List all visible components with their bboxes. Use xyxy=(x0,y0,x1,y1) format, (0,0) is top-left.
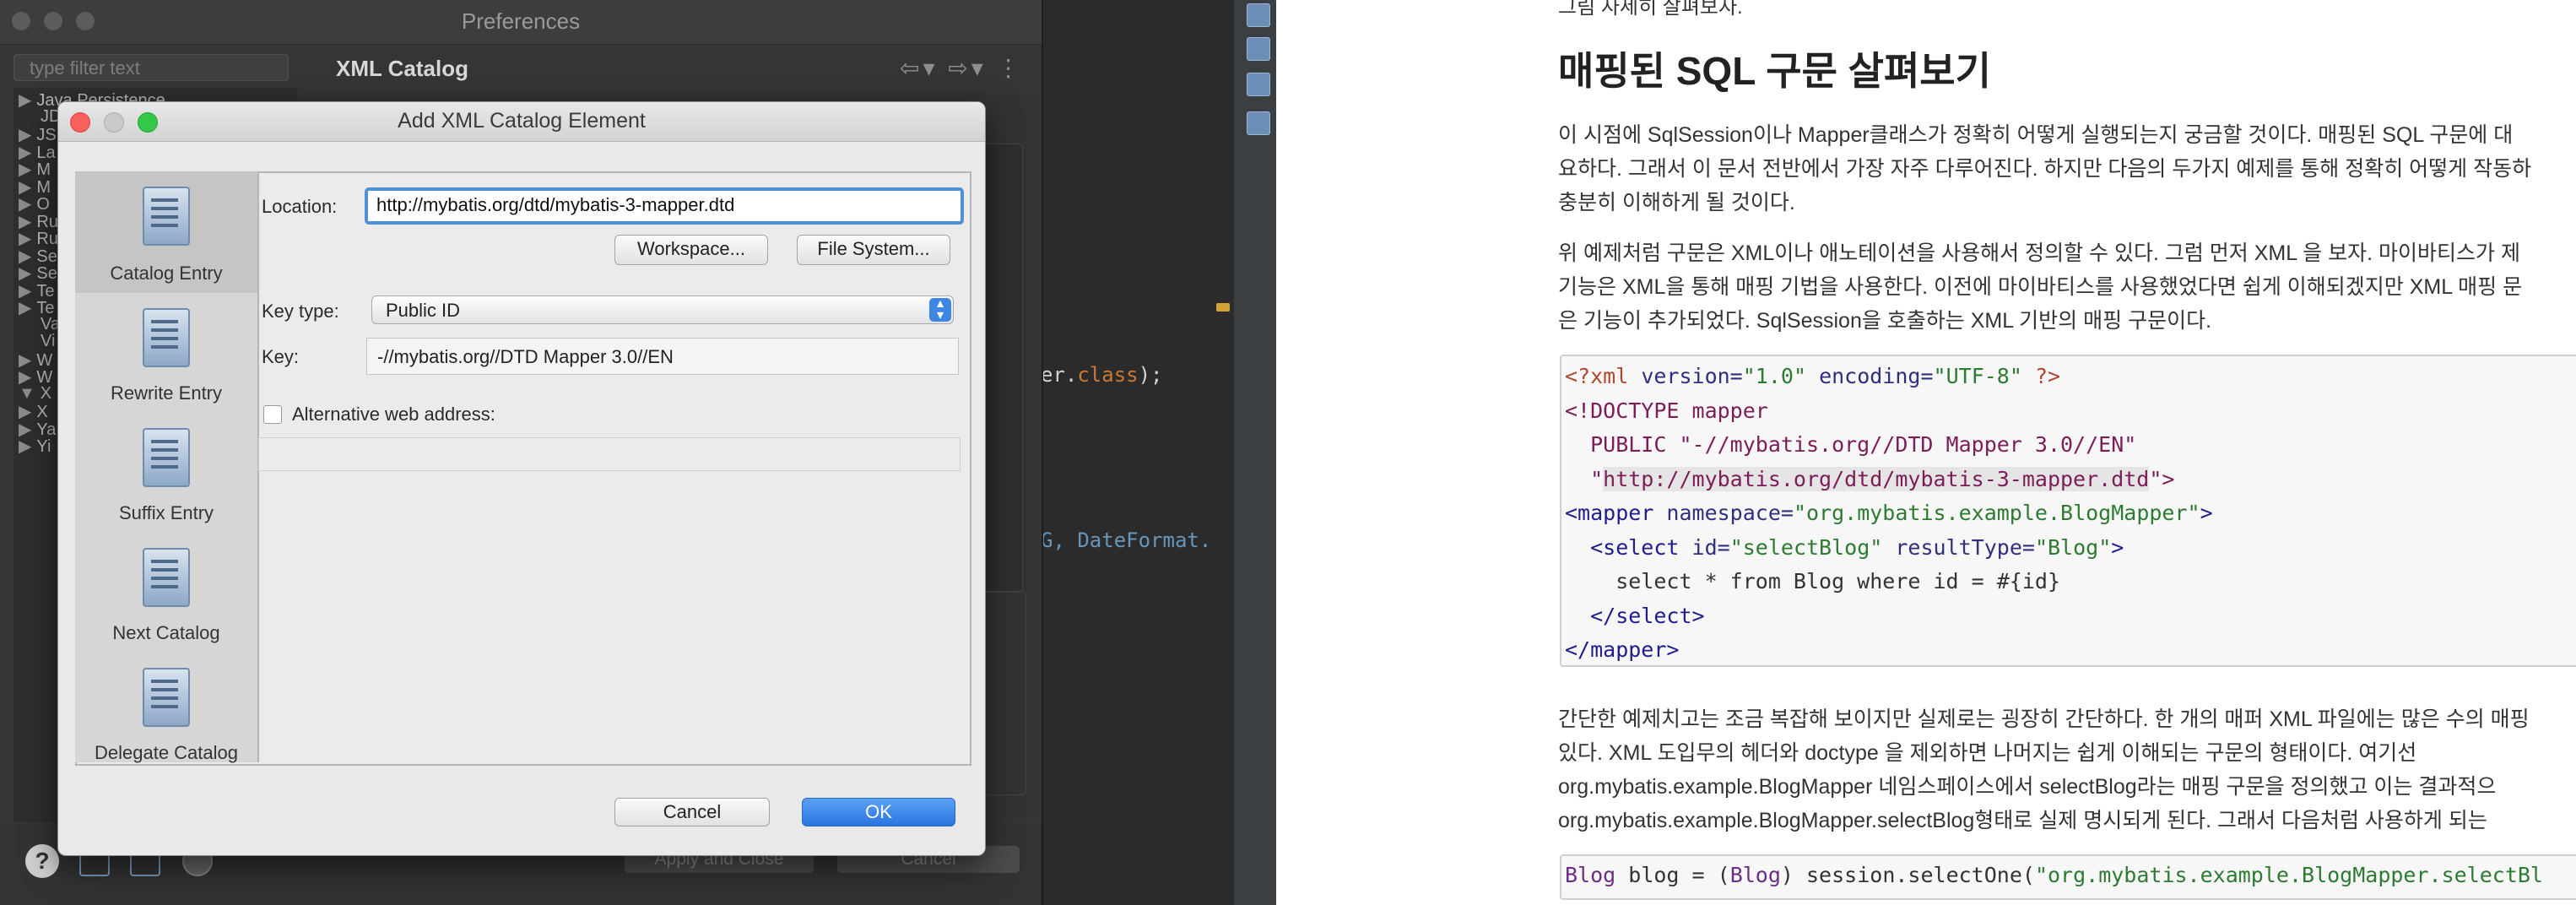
key-input[interactable]: -//mybatis.org//DTD Mapper 3.0//EN xyxy=(366,338,959,375)
entry-next-catalog[interactable]: Next Catalog xyxy=(75,622,257,644)
java-code-block: Blog blog = (Blog) session.selectOne("or… xyxy=(1560,854,2576,900)
file-system-button[interactable]: File System... xyxy=(797,235,950,265)
details-group xyxy=(979,591,1026,795)
entry-rewrite[interactable]: Rewrite Entry xyxy=(75,382,257,404)
alt-web-address-label: Alternative web address: xyxy=(292,404,495,425)
collapsed-arrow-icon[interactable]: ▶ xyxy=(19,437,31,456)
collapsed-arrow-icon[interactable]: ▶ xyxy=(19,299,31,317)
editor-code-line: G, DateFormat. xyxy=(1041,528,1212,552)
entry-delegate-catalog[interactable]: Delegate Catalog xyxy=(75,742,257,764)
suffix-entry-icon xyxy=(143,428,190,487)
tree-item-label: Yi xyxy=(36,437,51,456)
entry-suffix[interactable]: Suffix Entry xyxy=(75,502,257,524)
console-icon[interactable] xyxy=(1247,73,1270,96)
xml-code-block: <?xml version="1.0" encoding="UTF-8" ?> … xyxy=(1560,355,2576,667)
doc-text-fragment: 그림 자세히 살펴보자. xyxy=(1558,0,1743,19)
next-catalog-icon xyxy=(143,548,190,607)
help-icon[interactable]: ? xyxy=(25,844,59,878)
filter-input[interactable]: type filter text xyxy=(14,54,289,81)
tree-item-label: X xyxy=(40,383,52,403)
entry-catalog[interactable]: Catalog Entry xyxy=(75,263,257,285)
rewrite-entry-icon xyxy=(143,308,190,367)
collapsed-arrow-icon[interactable]: ▶ xyxy=(19,91,31,110)
ide-side-toolbar xyxy=(1234,0,1276,905)
location-input[interactable]: http://mybatis.org/dtd/mybatis-3-mapper.… xyxy=(365,187,964,225)
task-list-icon[interactable] xyxy=(1247,37,1270,61)
dialog-cancel-button[interactable]: Cancel xyxy=(614,798,770,826)
expanded-arrow-icon[interactable]: ▼ xyxy=(19,384,35,403)
tree-item-label: Vi xyxy=(41,332,56,350)
location-label: Location: xyxy=(262,196,338,217)
delegate-catalog-icon xyxy=(143,668,190,727)
workspace-button[interactable]: Workspace... xyxy=(614,235,768,265)
properties-icon[interactable] xyxy=(1247,111,1270,135)
key-type-select[interactable]: Public ID ▴ ▾ xyxy=(371,295,954,324)
doc-paragraph: 이 시점에 SqlSession이나 Mapper클래스가 정확히 어떻게 실행… xyxy=(1558,123,2532,214)
history-nav-arrows[interactable]: ⇦▾ ⇨▾ ⋮ xyxy=(900,54,1024,82)
tree-item[interactable]: ▶ Yi xyxy=(19,436,51,457)
dialog-title: Add XML Catalog Element xyxy=(398,109,646,133)
editor-code-line: er.class); xyxy=(1041,363,1163,387)
key-label: Key: xyxy=(262,346,300,367)
window-title: Preferences xyxy=(461,8,581,34)
select-arrows-icon: ▴ ▾ xyxy=(929,297,951,322)
catalog-entry-icon xyxy=(143,187,190,246)
editor-warning-marker xyxy=(1216,303,1230,312)
key-type-label: Key type: xyxy=(262,301,339,322)
outline-icon[interactable] xyxy=(1247,3,1270,27)
doc-heading: 매핑된 SQL 구문 살펴보기 xyxy=(1558,49,1991,93)
page-title: XML Catalog xyxy=(336,56,468,81)
dialog-ok-button[interactable]: OK xyxy=(802,798,955,826)
alt-web-address-checkbox[interactable] xyxy=(263,405,282,424)
doc-paragraph: 간단한 예제치고는 조금 복잡해 보이지만 실제로는 굉장히 간단하다. 한 개… xyxy=(1558,707,2530,832)
doc-paragraph: 위 예제처럼 구문은 XML이나 애노테이션을 사용해서 정의할 수 있다. 그… xyxy=(1558,241,2523,333)
alt-web-address-input xyxy=(258,437,961,471)
